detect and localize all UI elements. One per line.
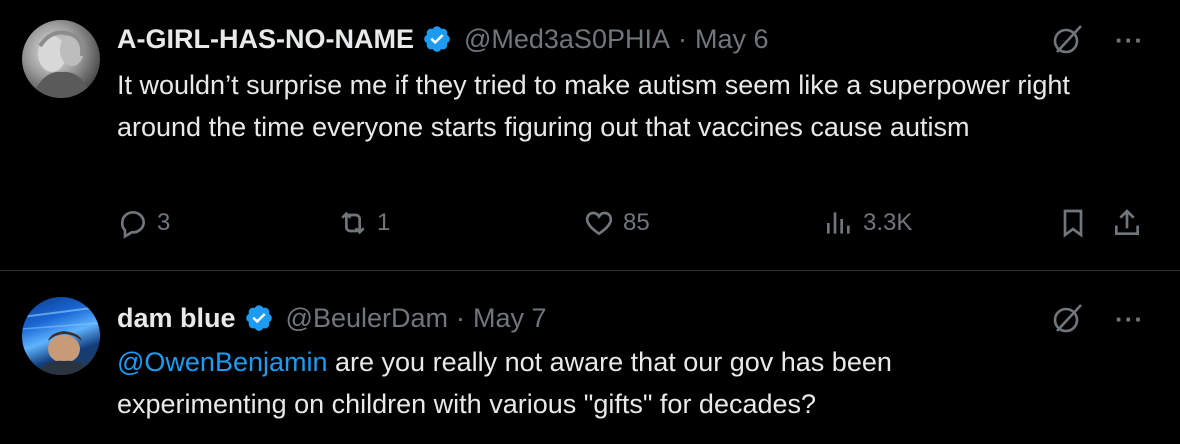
reply-count: 3 xyxy=(157,209,171,236)
views-chart-icon xyxy=(827,212,850,234)
verified-badge-icon xyxy=(245,305,272,331)
reply-icon xyxy=(120,211,145,239)
mention-link[interactable]: @OwenBenjamin xyxy=(117,347,328,377)
like-button[interactable]: 85 xyxy=(583,207,650,239)
tweet-top-actions: ··· xyxy=(1049,22,1144,58)
tweet-header: dam blue @BeulerDam · May 7 xyxy=(117,298,547,338)
repost-button[interactable]: 1 xyxy=(337,207,390,239)
tweet-top-actions: ··· xyxy=(1049,301,1144,337)
tweet-1[interactable]: A-GIRL-HAS-NO-NAME @Med3aS0PHIA · May 6 … xyxy=(0,0,1180,270)
reply-button[interactable]: 3 xyxy=(117,207,170,239)
tweet-2[interactable]: dam blue @BeulerDam · May 7 ··· @OwenBen… xyxy=(0,271,1180,444)
avatar-image xyxy=(32,30,92,98)
view-count: 3.3K xyxy=(863,209,913,236)
tweet-text-line-1: are you really not aware that our gov ha… xyxy=(327,347,892,377)
handle[interactable]: @Med3aS0PHIA xyxy=(464,24,670,55)
timestamp[interactable]: May 7 xyxy=(473,303,547,334)
like-count: 85 xyxy=(623,209,650,236)
avatar[interactable] xyxy=(22,20,100,98)
repost-icon xyxy=(341,211,365,235)
repost-count: 1 xyxy=(377,209,391,236)
tweet-text: @OwenBenjamin are you really not aware t… xyxy=(117,341,1157,425)
tweet-text: It wouldn’t surprise me if they tried to… xyxy=(117,70,1070,142)
handle[interactable]: @BeulerDam xyxy=(286,303,448,334)
avatar[interactable] xyxy=(22,297,100,375)
bookmark-button[interactable] xyxy=(1057,207,1089,239)
more-options-icon[interactable]: ··· xyxy=(1115,306,1144,332)
separator: · xyxy=(456,302,465,333)
share-icon xyxy=(1115,209,1139,235)
grok-icon[interactable] xyxy=(1049,301,1085,337)
tweet-header: A-GIRL-HAS-NO-NAME @Med3aS0PHIA · May 6 xyxy=(117,19,769,59)
share-button[interactable] xyxy=(1111,207,1143,239)
tweet-action-bar: 3 1 85 3.3K xyxy=(117,207,1157,247)
more-options-icon[interactable]: ··· xyxy=(1115,27,1144,53)
display-name[interactable]: dam blue xyxy=(117,303,236,334)
grok-icon[interactable] xyxy=(1049,22,1085,58)
heart-icon xyxy=(585,211,613,236)
avatar-image xyxy=(22,306,100,375)
views-button[interactable]: 3.3K xyxy=(823,207,912,239)
bookmark-icon xyxy=(1063,209,1083,238)
separator: · xyxy=(677,23,687,54)
display-name[interactable]: A-GIRL-HAS-NO-NAME xyxy=(117,24,414,55)
timestamp[interactable]: May 6 xyxy=(695,24,769,55)
tweet-text-line-2: experimenting on children with various "… xyxy=(117,389,817,419)
verified-badge-icon xyxy=(424,26,450,52)
